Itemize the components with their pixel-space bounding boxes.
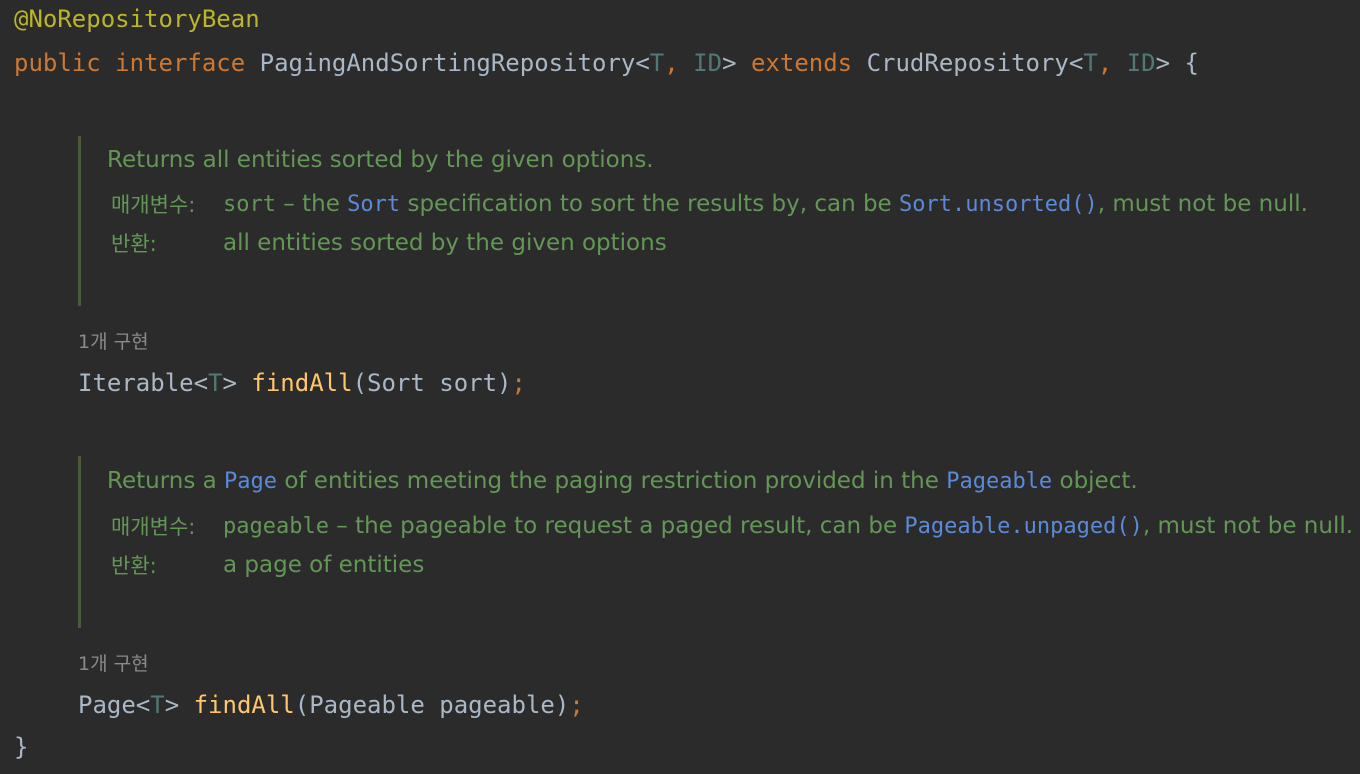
type-param-t: T — [208, 369, 223, 397]
doc-returns-content: a page of entities — [223, 552, 425, 578]
type-bracket-open: < — [135, 691, 151, 719]
param-name: pageable — [223, 514, 329, 539]
link-sort[interactable]: Sort — [347, 192, 400, 217]
method-name[interactable]: findAll — [194, 691, 295, 719]
link-sort-unsorted[interactable]: Sort.unsorted() — [899, 192, 1098, 217]
return-type[interactable]: Page — [78, 691, 136, 719]
type-bracket-close: > — [164, 691, 180, 719]
param-text: , must not be null. — [1097, 191, 1308, 217]
doc-returns-label: 반환: — [111, 554, 157, 578]
implementations-link[interactable]: 1개 구현 — [78, 649, 149, 676]
param-name: sort — [223, 192, 276, 217]
type-param-id: ID — [1126, 49, 1156, 77]
closing-brace: } — [14, 733, 29, 761]
comma: , — [1097, 49, 1127, 77]
return-type[interactable]: Iterable — [78, 369, 194, 397]
doc-param-row: 매개변수: pageable – the pageable to request… — [107, 509, 1360, 544]
doc-summary: Returns a Page of entities meeting the p… — [107, 456, 1360, 497]
link-pageable-unpaged[interactable]: Pageable.unpaged() — [904, 514, 1142, 539]
type-bracket-open: < — [1068, 49, 1084, 77]
doc-param-label: 매개변수: — [111, 515, 196, 539]
summary-text: of entities meeting the paging restricti… — [277, 468, 947, 494]
open-brace: { — [1184, 49, 1199, 77]
doc-param-row: 매개변수: sort – the Sort specification to s… — [107, 187, 1360, 222]
param-text: , must not be null. — [1142, 513, 1354, 539]
doc-summary: Returns all entities sorted by the given… — [107, 147, 654, 173]
method-params: (Sort sort) — [352, 369, 512, 397]
param-text: – the — [275, 191, 348, 217]
summary-text: object. — [1052, 468, 1138, 494]
semicolon: ; — [569, 691, 584, 719]
type-bracket-close: > — [722, 49, 737, 77]
semicolon: ; — [511, 369, 526, 397]
type-param-t: T — [1083, 49, 1098, 77]
javadoc-findall-pageable: Returns a Page of entities meeting the p… — [78, 456, 1360, 628]
param-text: – the pageable to request a paged result… — [328, 513, 905, 539]
keyword-public: public — [14, 49, 101, 77]
doc-param-content: pageable – the pageable to request a pag… — [223, 509, 1360, 544]
type-param-t: T — [649, 49, 665, 77]
type-param-t: T — [150, 691, 165, 719]
method-findall-sort[interactable]: Iterable<T> findAll(Sort sort); — [78, 368, 526, 398]
link-page[interactable]: Page — [224, 469, 277, 494]
parent-interface-name[interactable]: CrudRepository — [867, 49, 1069, 77]
type-bracket-open: < — [193, 369, 209, 397]
javadoc-findall-sort: Returns all entities sorted by the given… — [78, 136, 1360, 306]
annotation-no-repository-bean[interactable]: @NoRepositoryBean — [14, 4, 260, 34]
type-bracket-open: < — [635, 49, 650, 77]
summary-text: Returns a — [107, 468, 225, 494]
doc-returns-row: 반환: a page of entities — [107, 548, 1360, 582]
method-name[interactable]: findAll — [251, 369, 352, 397]
link-pageable[interactable]: Pageable — [946, 469, 1052, 494]
doc-param-label: 매개변수: — [111, 193, 196, 217]
comma: , — [664, 49, 694, 77]
keyword-interface: interface — [115, 49, 246, 77]
interface-declaration[interactable]: public interface PagingAndSortingReposit… — [14, 48, 1199, 78]
doc-param-content: sort – the Sort specification to sort th… — [223, 187, 1360, 222]
type-bracket-close: > — [222, 369, 237, 397]
doc-returns-content: all entities sorted by the given options — [223, 230, 667, 256]
implementations-link[interactable]: 1개 구현 — [78, 327, 149, 354]
keyword-extends: extends — [750, 49, 853, 77]
type-bracket-close: > — [1155, 49, 1171, 77]
interface-name[interactable]: PagingAndSortingRepository — [260, 49, 636, 77]
method-findall-pageable[interactable]: Page<T> findAll(Pageable pageable); — [78, 690, 584, 720]
param-text: specification to sort the results by, ca… — [400, 191, 900, 217]
doc-returns-row: 반환: all entities sorted by the given opt… — [107, 226, 1360, 260]
doc-returns-label: 반환: — [111, 232, 157, 256]
method-params: (Pageable pageable) — [294, 691, 570, 719]
type-param-id: ID — [693, 49, 723, 77]
